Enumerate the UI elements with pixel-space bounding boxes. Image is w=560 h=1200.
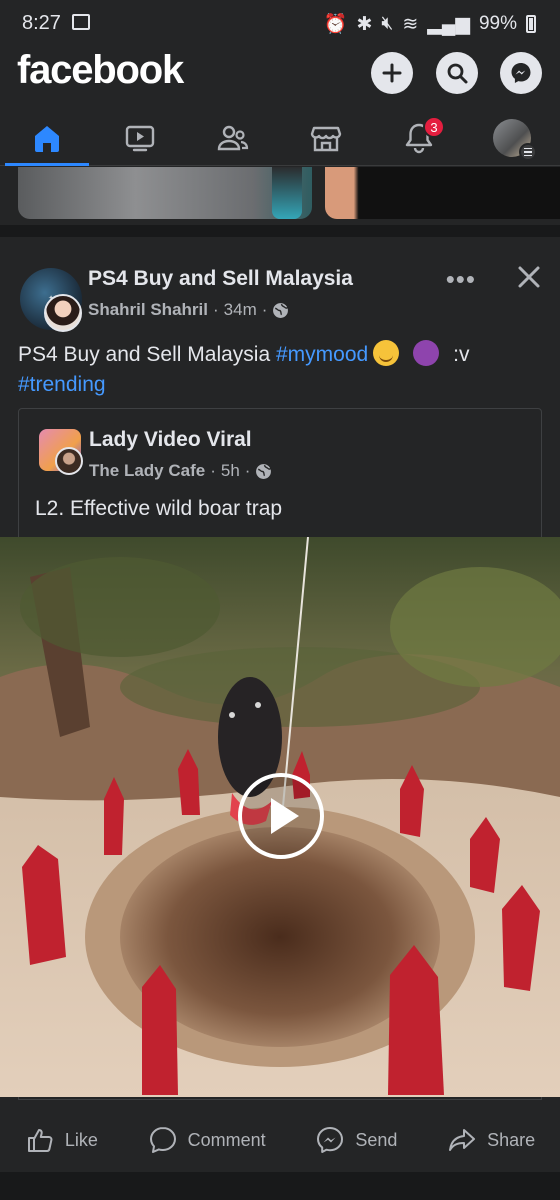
app-header: facebook xyxy=(0,46,560,102)
tab-bar: 3 xyxy=(0,106,560,166)
shared-author[interactable]: The Lady Cafe xyxy=(89,461,205,481)
tab-menu[interactable] xyxy=(482,112,542,164)
post-text-suffix: :v xyxy=(453,343,470,366)
meta-separator: · xyxy=(261,300,268,319)
feed-divider xyxy=(0,1172,560,1200)
relieved-emoji-icon xyxy=(373,340,400,366)
search-button[interactable] xyxy=(436,52,478,94)
like-label: Like xyxy=(64,1129,98,1150)
hashtag-link[interactable]: #mymood xyxy=(276,343,368,366)
status-bar: 8:27 ⏰ ✱ 🔇︎ ≋ ▂▄▆ 99% xyxy=(0,0,560,46)
video-player[interactable] xyxy=(0,537,560,1097)
gallery-notification-icon xyxy=(72,14,90,30)
story-card[interactable] xyxy=(325,167,560,219)
post-time[interactable]: 34m xyxy=(224,300,257,320)
alarm-icon: ⏰ xyxy=(323,14,348,35)
tab-notifications[interactable]: 3 xyxy=(389,112,449,164)
shared-time[interactable]: 5h xyxy=(221,461,240,481)
comment-icon xyxy=(149,1127,176,1153)
wifi-icon: ≋ xyxy=(402,13,419,35)
friends-icon xyxy=(217,125,249,151)
post-text: PS4 Buy and Sell Malaysia #mymood :v #tren… xyxy=(18,340,538,400)
shared-post-meta: The Lady Cafe · 5h · xyxy=(89,461,272,481)
battery-icon xyxy=(526,15,536,33)
meta-separator: · xyxy=(212,300,219,319)
post-meta: Shahril Shahril · 34m · xyxy=(88,300,289,320)
tab-home[interactable] xyxy=(17,112,77,164)
globe-icon xyxy=(273,302,289,318)
like-button[interactable]: Like xyxy=(25,1125,98,1155)
status-time: 8:27 xyxy=(22,12,61,34)
marketplace-icon xyxy=(310,126,342,152)
share-arrow-icon xyxy=(449,1129,476,1151)
active-tab-indicator xyxy=(5,163,89,166)
messenger-send-icon xyxy=(317,1127,344,1153)
facebook-logo[interactable]: facebook xyxy=(17,48,184,93)
hashtag-link[interactable]: #trending xyxy=(18,373,106,396)
video-icon xyxy=(125,125,155,152)
plus-icon xyxy=(382,63,402,83)
tab-marketplace[interactable] xyxy=(296,112,356,164)
create-button[interactable] xyxy=(371,52,413,94)
meta-separator: · xyxy=(244,461,251,480)
thumbs-up-icon xyxy=(27,1129,53,1152)
comment-button[interactable]: Comment xyxy=(148,1125,266,1155)
globe-icon xyxy=(256,463,272,479)
tab-video[interactable] xyxy=(110,112,170,164)
share-button[interactable]: Share xyxy=(447,1125,535,1155)
messenger-icon xyxy=(511,63,531,83)
more-options-button[interactable]: ••• xyxy=(446,264,476,295)
stories-strip xyxy=(0,167,560,237)
post-actions: Like Comment Send Share xyxy=(0,1110,560,1170)
profile-avatar xyxy=(493,119,537,161)
send-label: Send xyxy=(355,1129,398,1150)
post-author[interactable]: Shahril Shahril xyxy=(88,300,208,320)
shared-author-avatar[interactable] xyxy=(55,447,83,475)
meta-separator: · xyxy=(210,461,216,480)
close-icon[interactable] xyxy=(514,262,544,292)
post-text-prefix: PS4 Buy and Sell Malaysia xyxy=(18,343,276,366)
devil-emoji-icon xyxy=(413,340,440,366)
messenger-button[interactable] xyxy=(500,52,542,94)
post-page-name[interactable]: PS4 Buy and Sell Malaysia xyxy=(88,267,353,291)
shared-page-name[interactable]: Lady Video Viral xyxy=(89,428,252,452)
play-button[interactable] xyxy=(238,773,324,859)
battery-percent: 99% xyxy=(478,13,517,34)
comment-label: Comment xyxy=(187,1129,266,1150)
author-avatar[interactable] xyxy=(44,294,82,332)
share-label: Share xyxy=(487,1129,536,1150)
tab-friends[interactable] xyxy=(203,112,263,164)
home-icon xyxy=(35,126,59,152)
signal-icon: ▂▄▆ xyxy=(427,13,470,35)
menu-icon xyxy=(519,143,537,161)
search-icon xyxy=(447,63,468,84)
mute-icon: 🔇︎ xyxy=(381,13,394,34)
send-button[interactable]: Send xyxy=(315,1125,397,1155)
shared-post-text: L2. Effective wild boar trap xyxy=(35,497,283,520)
story-card[interactable] xyxy=(18,167,312,219)
notification-badge: 3 xyxy=(423,116,445,138)
bluetooth-icon: ✱ xyxy=(356,13,373,35)
status-icons: ⏰ ✱ 🔇︎ ≋ ▂▄▆ 99% xyxy=(324,12,536,36)
